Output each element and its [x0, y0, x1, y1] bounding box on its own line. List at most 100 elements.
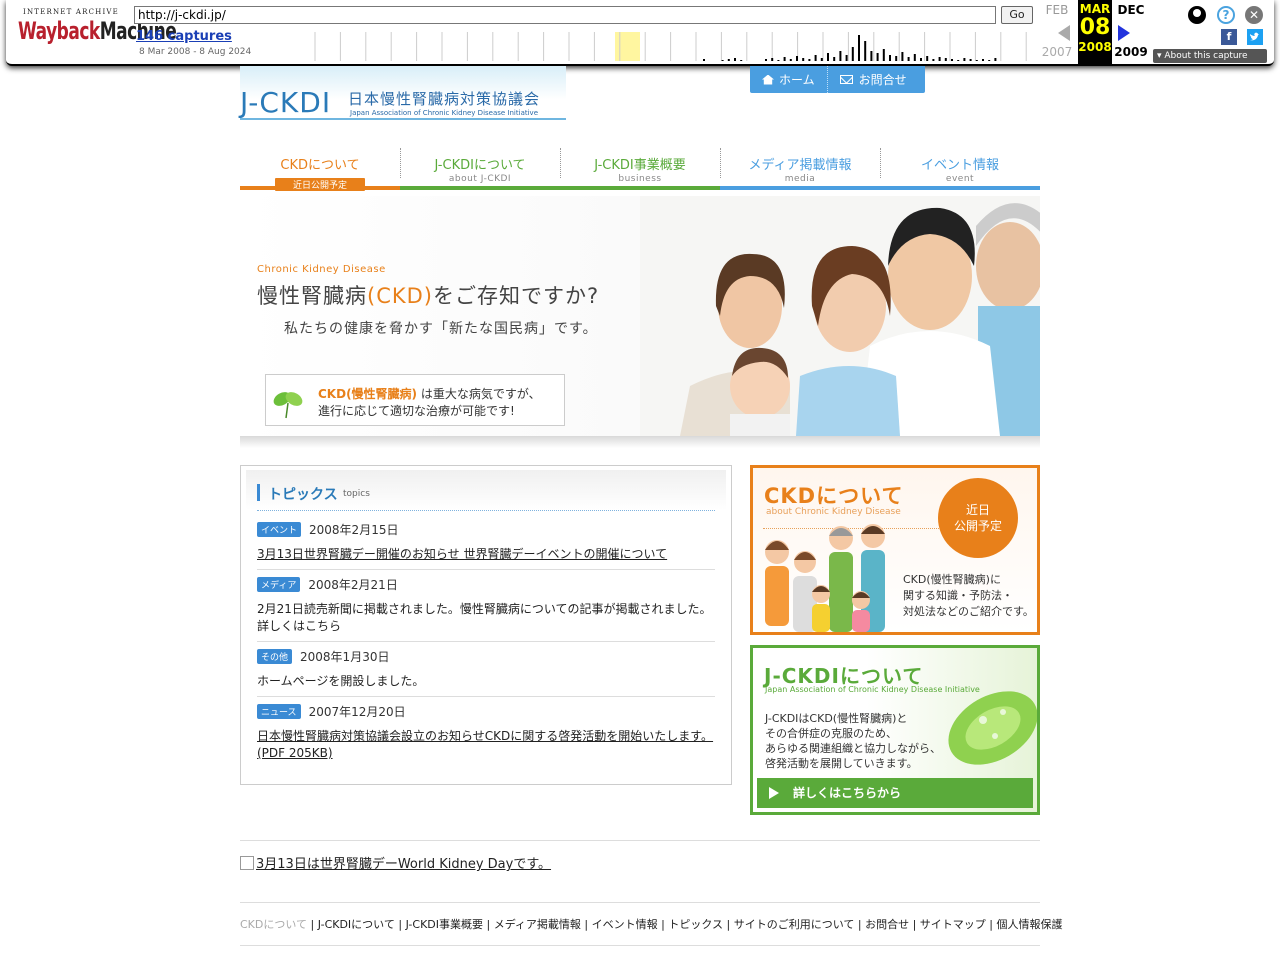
current-capture-date: MAR 08 2008	[1078, 0, 1112, 64]
capture-sparkline[interactable]	[308, 32, 1034, 61]
topic-date: 2008年2月15日	[309, 523, 399, 537]
ckd-banner-desc: CKD(慢性腎臓病)に 関する知識・予防法・ 対処法などのご紹介です。	[903, 573, 1034, 618]
capture-bar	[889, 55, 891, 61]
facebook-icon[interactable]: f	[1221, 29, 1237, 45]
capture-bar	[969, 59, 972, 61]
capture-bar	[777, 60, 780, 61]
site-logo[interactable]: J-CKDI 日本慢性腎臓病対策協議会 Japan Association of…	[240, 66, 566, 122]
home-link[interactable]: ホーム	[750, 66, 827, 93]
capture-bar	[938, 57, 941, 61]
help-icon[interactable]: ?	[1217, 6, 1235, 24]
topic-item: メディア 2008年2月21日 2月21日読売新聞に掲載されました。慢性腎臓病につ…	[257, 576, 715, 635]
topics-header: トピックス topics	[246, 470, 726, 510]
broken-image-icon	[240, 856, 254, 870]
current-month: MAR	[1079, 2, 1111, 16]
prev-capture-arrow-icon[interactable]	[1058, 25, 1070, 41]
next-capture-arrow-icon[interactable]	[1118, 25, 1130, 41]
nav-ckd-badge: 近日公開予定	[274, 178, 365, 191]
go-button[interactable]: Go	[1001, 6, 1033, 24]
nav-business-title: J-CKDI事業概要	[594, 158, 686, 173]
capture-bar	[963, 58, 966, 61]
contact-link[interactable]: お問合せ	[826, 66, 919, 93]
footer-link[interactable]: サイトのご利用について	[734, 918, 855, 931]
url-input[interactable]: http://j-ckdi.jp/	[134, 6, 996, 24]
next-month[interactable]: DEC	[1114, 3, 1148, 17]
jckdi-banner[interactable]: J-CKDIについて Japan Association of Chronic …	[750, 645, 1040, 815]
capture-bar	[926, 56, 929, 61]
capture-bar	[901, 52, 904, 61]
nav-media-sub: media	[784, 174, 816, 184]
next-year[interactable]: 2009	[1114, 45, 1148, 59]
nav-ckd[interactable]: CKDについて 近日公開予定	[240, 146, 400, 191]
topic-category: ニュース	[257, 704, 301, 719]
capture-bar	[808, 59, 811, 61]
capture-bar	[913, 54, 916, 61]
capture-bar	[839, 51, 842, 61]
hero-heading: 慢性腎臓病(CKD)をご存知ですか?	[257, 284, 600, 308]
jckdi-banner-en: Japan Association of Chronic Kidney Dise…	[765, 685, 980, 694]
topic-text: 2月21日読売新聞に掲載されました。慢性腎臓病についての記事が掲載されました。詳…	[257, 602, 712, 633]
user-icon[interactable]	[1188, 6, 1206, 24]
topics-panel: トピックス topics イベント 2008年2月15日 3月13日世界腎臓デー開…	[240, 465, 732, 785]
hero-tagline: 私たちの健康を脅かす「新たな国民病」です。	[284, 321, 598, 337]
world-kidney-day-link[interactable]: 3月13日は世界腎臓デーWorld Kidney Dayです。	[256, 857, 551, 872]
footer-link[interactable]: お問合せ	[865, 918, 909, 931]
topic-category: その他	[257, 649, 293, 664]
footer-link[interactable]: イベント情報	[592, 918, 658, 931]
wayback-logo[interactable]: INTERNET ARCHIVE WaybackMachine	[18, 8, 177, 50]
topics-header-bar	[257, 484, 260, 501]
topic-link[interactable]: 日本慢性腎臓病対策協議会設立のお知らせCKDに関する啓発活動を開始いたします。(…	[257, 728, 715, 762]
capture-bar	[845, 55, 848, 61]
capture-bar	[944, 58, 947, 61]
footer-link[interactable]: メディア掲載情報	[494, 918, 581, 931]
ckd-banner[interactable]: CKDについて about Chronic Kidney Disease 近日公…	[750, 465, 1040, 635]
topic-text: ホームページを開設しました。	[257, 674, 425, 688]
topic-category: イベント	[257, 522, 302, 537]
topic-date: 2008年2月21日	[308, 578, 398, 592]
capture-bar	[802, 58, 805, 61]
twitter-icon[interactable]	[1247, 29, 1263, 45]
nav-business[interactable]: J-CKDI事業概要 business	[560, 146, 720, 190]
contact-label: お問合せ	[858, 73, 907, 87]
capture-bar	[994, 58, 997, 61]
capture-bar	[851, 47, 854, 61]
capture-bar	[703, 59, 705, 61]
captures-link[interactable]: 146 captures	[136, 29, 232, 44]
more-link[interactable]: 詳しくはこちらから	[757, 778, 1033, 808]
close-icon[interactable]: ✕	[1245, 6, 1263, 24]
footer-link[interactable]: トピックス	[668, 918, 723, 931]
nav-about-title: J-CKDIについて	[434, 158, 526, 173]
coming-soon-badge: 近日 公開予定	[938, 478, 1018, 558]
hero-note-line2: 進行に応じて適切な治療が可能です!	[318, 404, 515, 418]
hero-note: CKD(慢性腎臓病) は重大な病気ですが、 進行に応じて適切な治療が可能です!	[265, 374, 565, 426]
capture-bar	[789, 59, 792, 61]
prev-year[interactable]: 2007	[1040, 45, 1074, 59]
footer-nav: CKDについて | J-CKDIについて | J-CKDI事業概要 | メディア…	[240, 902, 1063, 946]
capture-range: 8 Mar 2008 - 8 Aug 2024	[139, 47, 252, 57]
nav-event[interactable]: イベント情報 event	[880, 146, 1040, 190]
nav-media[interactable]: メディア掲載情報 media	[720, 146, 880, 190]
topic-date: 2008年1月30日	[300, 650, 390, 664]
topic-separator	[257, 569, 715, 570]
topic-link[interactable]: 3月13日世界腎臓デー開催のお知らせ 世界腎臓デーイベントの開催について	[257, 546, 715, 563]
nav-media-title: メディア掲載情報	[748, 158, 852, 173]
footer-link[interactable]: 個人情報保護	[997, 918, 1063, 931]
footer-link[interactable]: J-CKDIについて	[318, 918, 395, 931]
topic-date: 2007年12月20日	[308, 705, 406, 719]
topics-title: トピックス	[268, 487, 338, 503]
jckdi-banner-desc: J-CKDIはCKD(慢性腎臓病)と その合併症の克服のため、 あらゆる関連組織と協…	[765, 712, 941, 770]
topic-item: イベント 2008年2月15日 3月13日世界腎臓デー開催のお知らせ 世界腎臓デー…	[257, 521, 715, 563]
topic-item: その他 2008年1月30日 ホームページを開設しました。	[257, 648, 715, 690]
family-photo	[640, 196, 1040, 436]
footer-link[interactable]: J-CKDI事業概要	[406, 918, 483, 931]
capture-bar	[727, 59, 730, 61]
nav-about[interactable]: J-CKDIについて about J-CKDI	[400, 146, 560, 190]
footer-link[interactable]: サイトマップ	[920, 918, 986, 931]
prev-month[interactable]: FEB	[1040, 3, 1074, 17]
ckd-banner-en: about Chronic Kidney Disease	[766, 507, 901, 517]
capture-bar	[895, 56, 898, 61]
capture-bar	[957, 60, 960, 61]
about-capture-button[interactable]: ▾ About this capture	[1153, 49, 1267, 63]
capture-bar	[814, 55, 817, 61]
hero-shadow	[240, 436, 1040, 448]
